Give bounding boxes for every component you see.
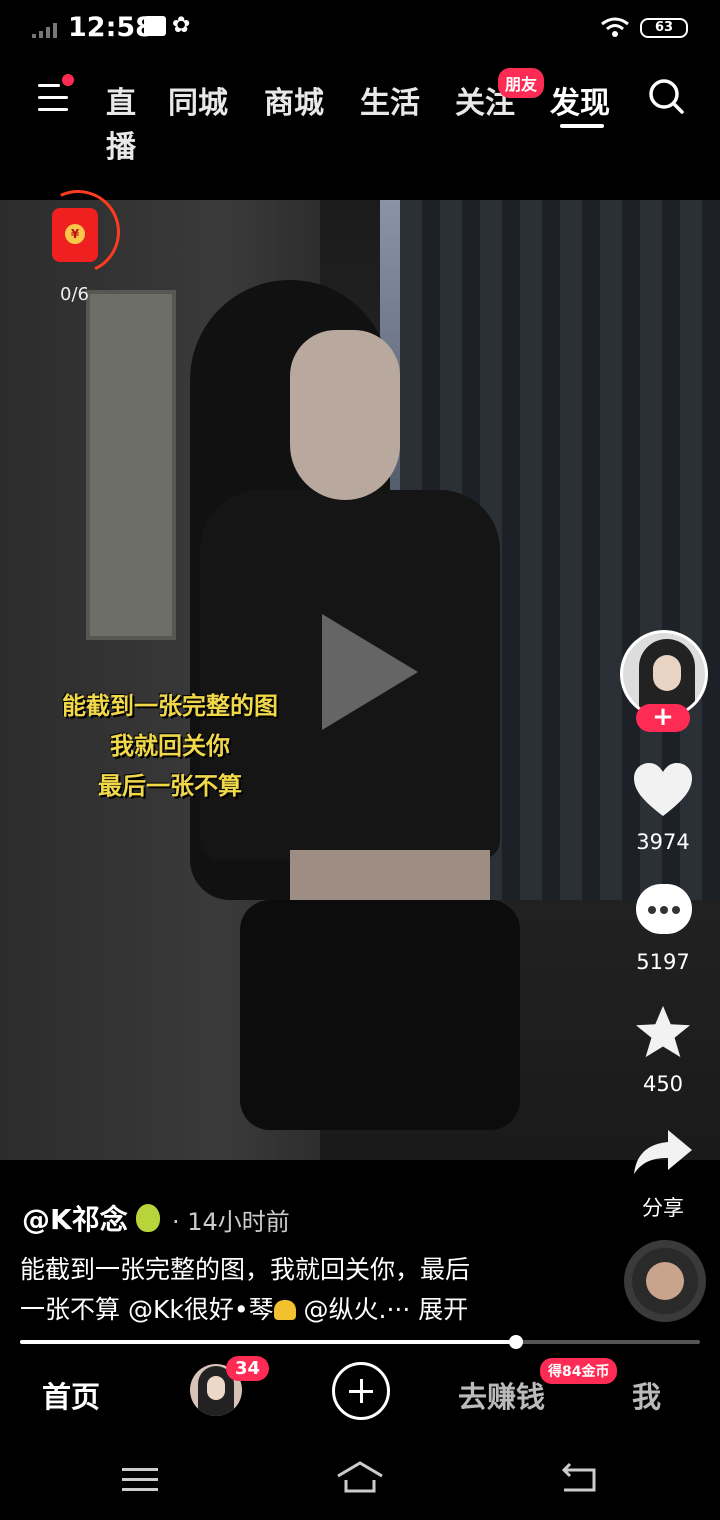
create-button[interactable] <box>332 1362 390 1420</box>
playback-progress-fill <box>20 1340 517 1344</box>
system-nav-bar <box>0 1440 720 1520</box>
red-packet-progress: 0/6 <box>60 284 89 305</box>
caption-line: 最后一张不算 <box>98 772 242 800</box>
description-text: 一张不算 @Kk很好•琴 <box>20 1295 274 1324</box>
tab-life[interactable]: 生活 <box>360 78 420 122</box>
share-icon[interactable] <box>632 1128 694 1176</box>
video-overlay-caption: 能截到一张完整的图 我就回关你 最后一张不算 <box>30 686 310 806</box>
play-icon[interactable] <box>322 614 418 730</box>
nav-earn[interactable]: 去赚钱 <box>458 1374 545 1416</box>
yuan-coin-icon: ¥ <box>65 224 85 244</box>
battery-icon: 63 <box>640 18 688 38</box>
description-line: 能截到一张完整的图，我就回关你，最后 <box>20 1255 471 1284</box>
pear-emoji-icon <box>136 1204 160 1232</box>
video-wall-scroll <box>86 290 176 640</box>
expand-button[interactable]: 展开 <box>418 1295 468 1324</box>
red-envelope-icon: ¥ <box>52 208 98 262</box>
red-packet-widget[interactable]: ¥ <box>24 178 132 286</box>
nav-home[interactable]: 首页 <box>42 1374 100 1416</box>
share-label: 分享 <box>642 1196 684 1220</box>
status-bar: 12:58 ✿ 63 <box>0 0 720 58</box>
favorite-count: 450 <box>642 1072 684 1096</box>
tab-local[interactable]: 同城 <box>168 78 228 122</box>
wifi-icon <box>601 17 629 37</box>
signal-icon <box>32 23 57 38</box>
tab-live[interactable]: 直播 <box>82 78 136 166</box>
like-count: 3974 <box>636 830 690 854</box>
home-icon[interactable] <box>336 1460 384 1494</box>
caption-line: 我就回关你 <box>110 732 230 760</box>
coin-badge: 得84金币 <box>540 1358 618 1384</box>
friend-badge: 朋友 <box>498 68 545 98</box>
author-name[interactable]: @K祁念 <box>22 1198 128 1238</box>
active-tab-indicator <box>560 124 604 128</box>
search-icon[interactable] <box>648 78 684 114</box>
video-person-face <box>290 330 400 500</box>
friends-badge: 34 <box>226 1356 270 1381</box>
notification-dot <box>62 74 74 86</box>
follow-button[interactable]: + <box>636 704 690 732</box>
top-nav: 直播 同城 商城 生活 关注 朋友 发现 <box>0 60 720 165</box>
yellow-heart-icon <box>273 1300 296 1320</box>
bottom-nav: 首页 34 去赚钱 得84金币 我 <box>0 1352 720 1430</box>
status-time: 12:58 <box>68 12 154 43</box>
comment-icon[interactable] <box>636 884 692 934</box>
music-disc-icon[interactable] <box>624 1240 706 1322</box>
nav-me[interactable]: 我 <box>632 1374 661 1416</box>
tab-discover[interactable]: 发现 <box>550 78 610 122</box>
star-icon[interactable] <box>632 1004 694 1060</box>
playback-progress-knob[interactable] <box>509 1335 524 1349</box>
description-line: 一张不算 @Kk很好•琴 @纵火.··· 展开 <box>20 1290 580 1330</box>
post-description[interactable]: 能截到一张完整的图，我就回关你，最后 一张不算 @Kk很好•琴 @纵火.··· … <box>20 1250 580 1330</box>
recent-apps-icon[interactable] <box>122 1466 158 1494</box>
post-time: · 14小时前 <box>172 1208 290 1236</box>
tab-mall[interactable]: 商城 <box>264 78 324 122</box>
mail-icon <box>144 16 166 36</box>
menu-icon[interactable] <box>38 84 70 114</box>
back-icon[interactable] <box>560 1462 600 1494</box>
playback-progress-bar[interactable] <box>20 1335 700 1349</box>
video-player[interactable]: 能截到一张完整的图 我就回关你 最后一张不算 <box>0 200 720 1160</box>
heart-icon[interactable] <box>632 762 694 818</box>
comment-count: 5197 <box>636 950 690 974</box>
caption-line: 能截到一张完整的图 <box>62 692 278 720</box>
video-person-shorts <box>240 900 520 1130</box>
pinwheel-icon: ✿ <box>172 13 191 38</box>
description-mention[interactable]: @纵火.··· <box>296 1295 419 1324</box>
